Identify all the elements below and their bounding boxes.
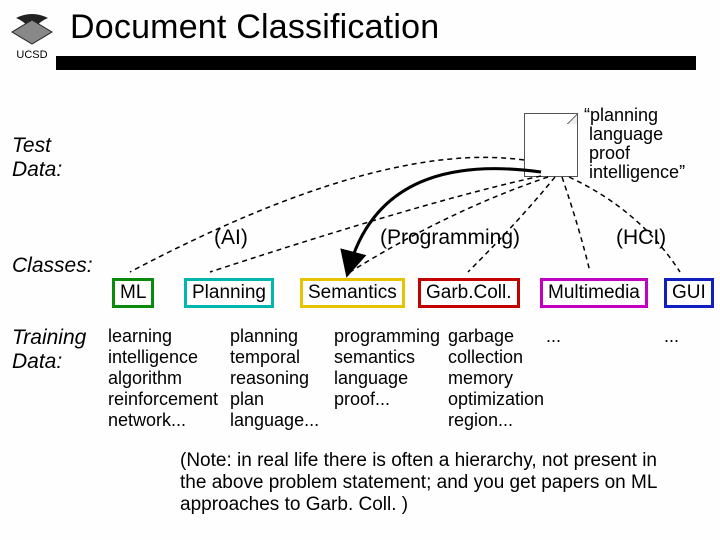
class-box-garbcoll: Garb.Coll.	[418, 278, 520, 308]
group-programming: (Programming)	[380, 226, 520, 250]
group-ai: (AI)	[214, 226, 248, 250]
title-rule	[56, 56, 696, 70]
class-box-gui: GUI	[664, 278, 714, 308]
training-words-garbcoll: garbage collection memory optimization r…	[448, 326, 544, 431]
class-box-multimedia: Multimedia	[540, 278, 648, 308]
training-words-gui: ...	[664, 326, 679, 347]
slide-title: Document Classification	[70, 8, 439, 47]
ucsd-text-icon: UCSD	[16, 49, 47, 60]
ucsd-logo-icon: UCSD	[10, 12, 54, 60]
training-data-label: Training Data:	[12, 326, 86, 374]
training-words-ml: learning intelligence algorithm reinforc…	[108, 326, 218, 431]
training-words-planning: planning temporal reasoning plan languag…	[230, 326, 319, 431]
class-box-planning: Planning	[184, 278, 274, 308]
class-box-ml: ML	[112, 278, 154, 308]
training-words-multimedia: ...	[546, 326, 561, 347]
footnote-text: (Note: in real life there is often a hie…	[180, 450, 660, 516]
arrows-diagram	[0, 120, 720, 290]
class-box-semantics: Semantics	[300, 278, 405, 308]
group-hci: (HCI)	[616, 226, 666, 250]
training-words-semantics: programming semantics language proof...	[334, 326, 440, 410]
